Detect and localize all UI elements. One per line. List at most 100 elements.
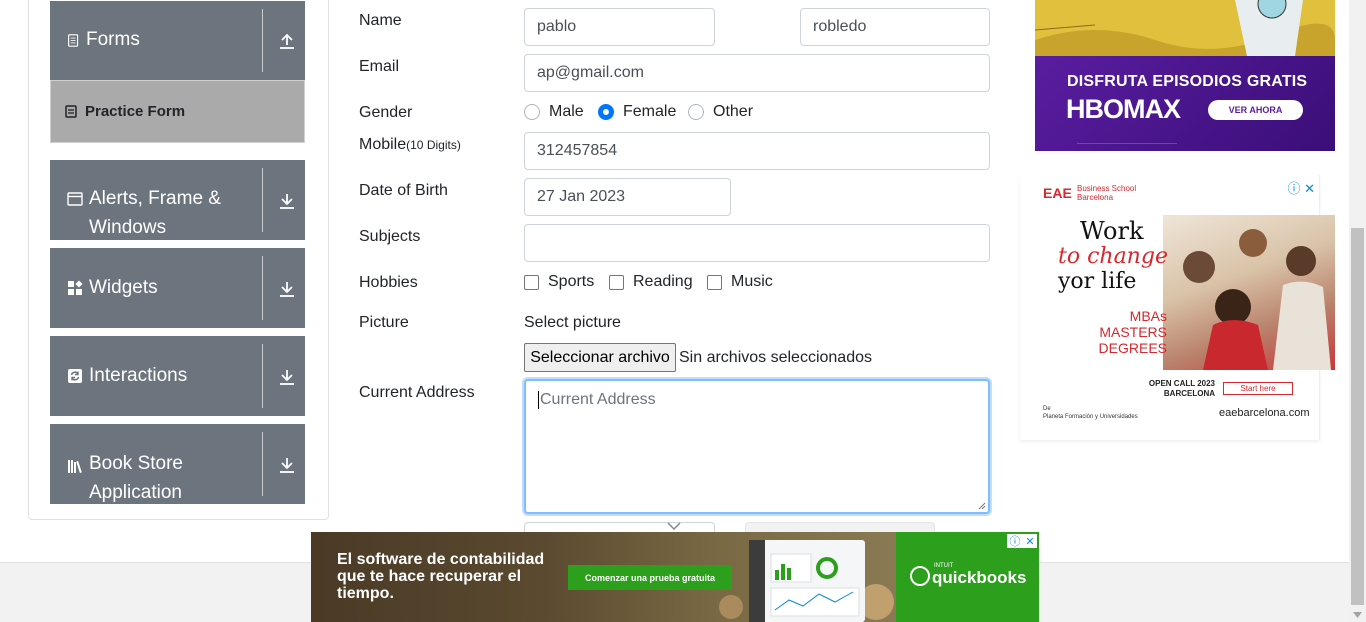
open-call-text: OPEN CALL 2023 BARCELONA [1148, 379, 1215, 398]
ad-headline: DISFRUTA EPISODIOS GRATIS [1067, 73, 1308, 90]
radio-label: Other [713, 103, 754, 120]
ad-owner: De Planeta Formación y Universidades [1043, 405, 1138, 421]
hbo-max-ad[interactable]: DISFRUTA EPISODIOS GRATIS HBOMAX VER AHO… [1035, 0, 1335, 151]
program-item: MBAs [1129, 308, 1167, 324]
sidebar-group-alerts-frame-windows[interactable]: Alerts, Frame & Windows [50, 160, 305, 240]
sidebar: Forms Practice Form Alerts, Frame & Wind… [28, 0, 329, 520]
radio-label: Male [549, 103, 584, 120]
tagline-line-2: to change [1058, 244, 1168, 269]
adchoices-icon[interactable]: ⓘ ✕ [1007, 534, 1037, 548]
ad-cta-button[interactable]: VER AHORA [1208, 100, 1303, 120]
hbo-max-logo: HBOMAX [1066, 94, 1181, 124]
radio-label: Female [623, 103, 677, 120]
ad-url[interactable]: eaebarcelona.com [1219, 407, 1310, 419]
sidebar-group-interactions[interactable]: Interactions [50, 336, 305, 416]
close-icon[interactable]: ✕ [1025, 535, 1034, 548]
mobile-hint: (10 Digits) [406, 138, 461, 152]
ad-programs: MBAs MASTERS DEGREES [1077, 308, 1167, 356]
current-address-label: Current Address [359, 384, 475, 401]
ad-banner: DISFRUTA EPISODIOS GRATIS HBOMAX VER AHO… [1035, 56, 1335, 151]
radio-circle[interactable] [688, 104, 704, 120]
gender-radio-other[interactable]: Other [688, 103, 753, 121]
sidebar-group-widgets[interactable]: Widgets [50, 248, 305, 328]
checkbox-box[interactable] [524, 274, 539, 290]
sidebar-group-book-store[interactable]: Book Store Application [50, 424, 305, 504]
owner-prefix: De [1043, 406, 1051, 412]
sidebar-group-label: Interactions [89, 365, 188, 386]
divider [262, 432, 263, 496]
download-arrow-icon[interactable] [278, 192, 296, 210]
textarea-placeholder: Current Address [540, 391, 656, 409]
upload-arrow-icon[interactable] [278, 32, 296, 50]
owner-name: Planeta Formación y Universidades [1043, 414, 1138, 420]
email-input[interactable]: ap@gmail.com [524, 54, 990, 92]
hobby-checkbox-sports[interactable]: Sports [524, 273, 594, 291]
checkbox-label: Sports [548, 273, 595, 290]
hobby-checkbox-music[interactable]: Music [707, 273, 773, 291]
checkbox-box[interactable] [609, 274, 624, 290]
adchoices-icon[interactable]: ⓘ ✕ [1287, 178, 1315, 197]
download-arrow-icon[interactable] [278, 456, 296, 474]
divider [262, 9, 263, 72]
divider [262, 256, 263, 320]
download-arrow-icon[interactable] [278, 280, 296, 298]
text-caret [538, 391, 539, 409]
widgets-icon [68, 280, 83, 295]
gender-radio-male[interactable]: Male [524, 103, 584, 121]
quickbooks-ad[interactable]: El software de contabilidad que te hace … [311, 532, 1039, 622]
picture-label: Picture [359, 314, 409, 331]
gender-label: Gender [359, 104, 413, 121]
eae-logo-subtitle: Business School Barcelona [1077, 184, 1137, 202]
vertical-scrollbar[interactable] [1349, 0, 1366, 622]
ad-photo [1163, 215, 1335, 370]
tagline-line-3: yor life [1058, 269, 1137, 294]
subjects-input[interactable] [524, 224, 990, 262]
choose-file-button[interactable]: Seleccionar archivo [524, 343, 676, 372]
quickbooks-logo-icon [910, 566, 930, 586]
select-picture-caption: Select picture [524, 314, 621, 331]
sidebar-item-label: Practice Form [85, 103, 186, 120]
cartoon-art-icon [1035, 0, 1335, 56]
gender-radio-female[interactable]: Female [598, 103, 676, 121]
hobby-checkbox-reading[interactable]: Reading [609, 273, 693, 291]
checkbox-label: Music [731, 273, 773, 290]
chevron-down-icon [667, 522, 681, 530]
mobile-input[interactable]: 312457854 [524, 132, 990, 170]
eae-business-school-ad[interactable]: EAE Business School Barcelona ⓘ ✕ Work t… [1020, 175, 1335, 440]
current-address-textarea[interactable]: Current Address [524, 379, 990, 514]
quickbooks-wordmark: quickbooks [932, 568, 1027, 587]
books-icon [68, 460, 82, 474]
subjects-label: Subjects [359, 228, 421, 245]
radio-circle[interactable] [524, 104, 540, 120]
first-name-input[interactable]: pablo [524, 8, 715, 46]
start-here-button[interactable]: Start here [1223, 382, 1293, 395]
ad-headline: El software de contabilidad que te hace … [337, 551, 545, 602]
sidebar-item-practice-form[interactable]: Practice Form [50, 80, 305, 143]
radio-circle-selected[interactable] [598, 104, 614, 120]
scroll-down-arrow-icon[interactable] [1353, 612, 1362, 618]
sidebar-group-forms[interactable]: Forms [50, 1, 305, 80]
interactions-icon [68, 369, 82, 383]
sidebar-group-label: Forms [86, 29, 140, 50]
mobile-label-text: Mobile [359, 136, 407, 153]
window-icon [67, 192, 83, 206]
tagline-line-1: Work [1080, 217, 1144, 245]
divider [262, 344, 263, 408]
scrollbar-thumb[interactable] [1351, 228, 1364, 605]
dashboard-screenshot [749, 540, 865, 622]
checkbox-box[interactable] [707, 274, 722, 290]
program-item: DEGREES [1098, 340, 1167, 356]
hobbies-label: Hobbies [359, 274, 418, 291]
sidebar-group-label: Widgets [89, 277, 158, 298]
resize-handle-icon[interactable] [978, 502, 986, 510]
info-icon[interactable]: ⓘ [1009, 533, 1020, 549]
ad-cta-button[interactable]: Comenzar una prueba gratuita [568, 565, 732, 590]
date-of-birth-input[interactable]: 27 Jan 2023 [524, 178, 731, 216]
eae-logo: EAE [1043, 185, 1072, 201]
download-arrow-icon[interactable] [278, 368, 296, 386]
name-label: Name [359, 12, 402, 29]
program-item: MASTERS [1099, 324, 1167, 340]
people-photo-icon [1183, 229, 1331, 370]
last-name-input[interactable]: robledo [800, 8, 990, 46]
ad-tagline: Work to change yor life [1058, 217, 1168, 295]
